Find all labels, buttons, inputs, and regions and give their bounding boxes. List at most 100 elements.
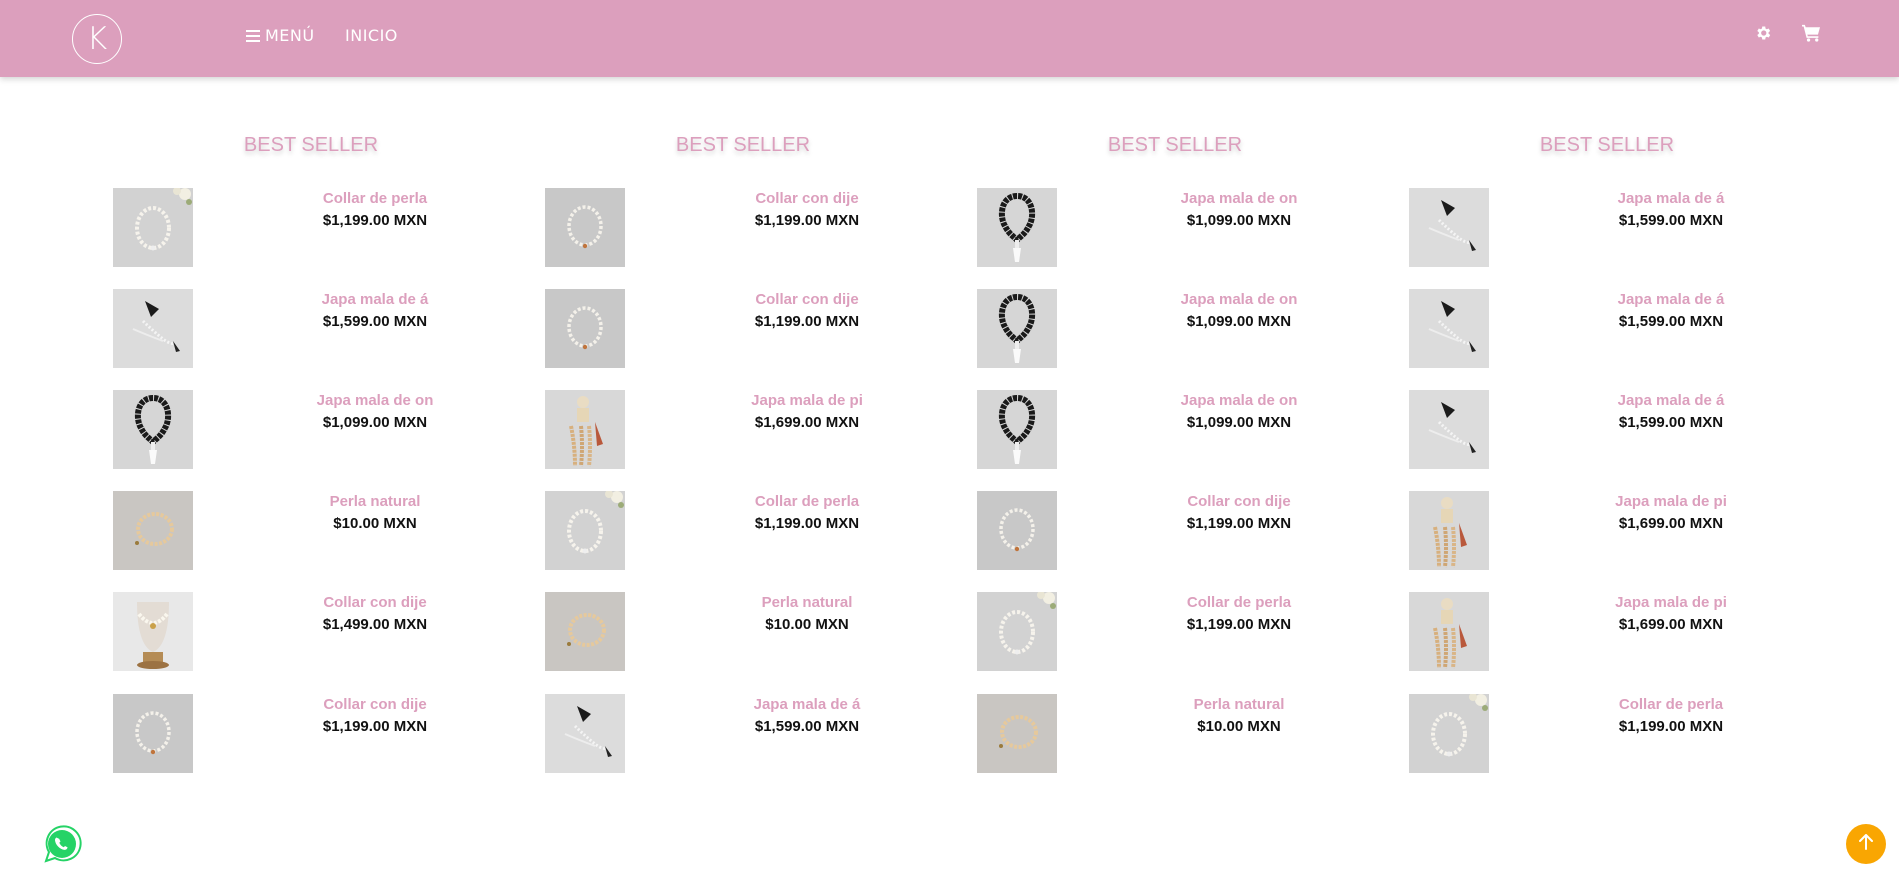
product-card[interactable]: Japa mala de á $1,599.00 MXN [1409, 188, 1729, 268]
product-price: $1,599.00 MXN [1618, 313, 1724, 330]
product-card[interactable]: Perla natural $10.00 MXN [977, 694, 1297, 774]
menu-button[interactable]: MENÚ [246, 26, 315, 45]
product-image[interactable] [113, 188, 193, 267]
product-image[interactable] [113, 289, 193, 368]
product-name[interactable]: Collar con dije [719, 190, 895, 207]
product-card[interactable]: Collar con dije $1,199.00 MXN [113, 694, 433, 774]
product-image[interactable] [1409, 188, 1489, 267]
product-price: $1,199.00 MXN [322, 718, 428, 735]
product-price: $1,099.00 MXN [1186, 313, 1292, 330]
column-title: BEST SELLER [1539, 134, 1675, 156]
product-name[interactable]: Japa mala de on [1151, 291, 1327, 308]
product-image[interactable] [545, 491, 625, 570]
product-card[interactable]: Japa mala de pi $1,699.00 MXN [545, 390, 865, 470]
product-card[interactable]: Japa mala de on $1,099.00 MXN [113, 390, 433, 470]
product-name[interactable]: Japa mala de á [1583, 291, 1759, 308]
product-image[interactable] [977, 289, 1057, 368]
product-price: $1,199.00 MXN [1618, 718, 1724, 735]
product-card[interactable]: Japa mala de on $1,099.00 MXN [977, 188, 1297, 268]
gear-icon[interactable] [1754, 24, 1772, 47]
product-card[interactable]: Collar de perla $1,199.00 MXN [1409, 694, 1729, 774]
product-image[interactable] [1409, 592, 1489, 671]
product-card[interactable]: Japa mala de á $1,599.00 MXN [1409, 289, 1729, 369]
product-image[interactable] [113, 390, 193, 469]
product-name[interactable]: Collar de perla [1151, 594, 1327, 611]
product-name[interactable]: Perla natural [719, 594, 895, 611]
product-card[interactable]: Collar de perla $1,199.00 MXN [977, 592, 1297, 672]
product-image[interactable] [1409, 289, 1489, 368]
product-name[interactable]: Collar con dije [719, 291, 895, 308]
menu-label: MENÚ [265, 26, 315, 45]
product-name[interactable]: Perla natural [1151, 696, 1327, 713]
scroll-to-top-button[interactable] [1846, 824, 1886, 864]
product-image[interactable] [977, 188, 1057, 267]
logo-letter: K [86, 21, 108, 57]
brand-logo[interactable]: K [72, 14, 122, 64]
product-price: $1,699.00 MXN [1618, 515, 1724, 532]
product-image[interactable] [977, 592, 1057, 671]
product-name[interactable]: Collar de perla [287, 190, 463, 207]
product-card[interactable]: Japa mala de pi $1,699.00 MXN [1409, 592, 1729, 672]
product-card[interactable]: Collar con dije $1,199.00 MXN [977, 491, 1297, 571]
product-price: $10.00 MXN [333, 515, 417, 532]
product-name[interactable]: Collar de perla [719, 493, 895, 510]
product-name[interactable]: Japa mala de on [287, 392, 463, 409]
product-card[interactable]: Japa mala de á $1,599.00 MXN [545, 694, 865, 774]
product-price: $1,699.00 MXN [754, 414, 860, 431]
product-price: $1,199.00 MXN [754, 515, 860, 532]
product-name[interactable]: Collar con dije [1151, 493, 1327, 510]
column-title: BEST SELLER [243, 134, 379, 156]
product-name[interactable]: Japa mala de á [1583, 392, 1759, 409]
product-name[interactable]: Collar con dije [287, 594, 463, 611]
product-image[interactable] [113, 592, 193, 671]
product-name[interactable]: Perla natural [287, 493, 463, 510]
product-name[interactable]: Japa mala de on [1151, 190, 1327, 207]
product-name[interactable]: Japa mala de pi [1583, 493, 1759, 510]
product-image[interactable] [1409, 491, 1489, 570]
product-image[interactable] [977, 491, 1057, 570]
product-card[interactable]: Collar de perla $1,199.00 MXN [545, 491, 865, 571]
product-image[interactable] [977, 390, 1057, 469]
product-card[interactable]: Japa mala de pi $1,699.00 MXN [1409, 491, 1729, 571]
product-price: $1,599.00 MXN [322, 313, 428, 330]
product-card[interactable]: Japa mala de á $1,599.00 MXN [113, 289, 433, 369]
product-name[interactable]: Japa mala de pi [1583, 594, 1759, 611]
product-card[interactable]: Collar con dije $1,499.00 MXN [113, 592, 433, 672]
product-card[interactable]: Japa mala de on $1,099.00 MXN [977, 289, 1297, 369]
column-title: BEST SELLER [675, 134, 811, 156]
product-name[interactable]: Japa mala de á [287, 291, 463, 308]
product-image[interactable] [1409, 694, 1489, 773]
product-name[interactable]: Japa mala de pi [719, 392, 895, 409]
product-image[interactable] [545, 289, 625, 368]
product-image[interactable] [113, 491, 193, 570]
product-card[interactable]: Perla natural $10.00 MXN [113, 491, 433, 571]
product-price: $1,199.00 MXN [754, 212, 860, 229]
product-name[interactable]: Collar de perla [1583, 696, 1759, 713]
product-image[interactable] [545, 390, 625, 469]
product-card[interactable]: Collar con dije $1,199.00 MXN [545, 188, 865, 268]
product-price: $10.00 MXN [765, 616, 849, 633]
product-card[interactable]: Japa mala de á $1,599.00 MXN [1409, 390, 1729, 470]
product-name[interactable]: Japa mala de on [1151, 392, 1327, 409]
home-link[interactable]: INICIO [345, 26, 398, 45]
product-image[interactable] [545, 694, 625, 773]
product-price: $1,199.00 MXN [1186, 515, 1292, 532]
product-card[interactable]: Perla natural $10.00 MXN [545, 592, 865, 672]
product-card[interactable]: Japa mala de on $1,099.00 MXN [977, 390, 1297, 470]
product-name[interactable]: Collar con dije [287, 696, 463, 713]
product-image[interactable] [545, 188, 625, 267]
hamburger-icon [246, 29, 260, 42]
product-image[interactable] [545, 592, 625, 671]
product-price: $1,099.00 MXN [1186, 414, 1292, 431]
product-image[interactable] [1409, 390, 1489, 469]
product-card[interactable]: Collar con dije $1,199.00 MXN [545, 289, 865, 369]
whatsapp-icon[interactable] [41, 824, 83, 866]
product-name[interactable]: Japa mala de á [719, 696, 895, 713]
product-card[interactable]: Collar de perla $1,199.00 MXN [113, 188, 433, 268]
product-price: $1,199.00 MXN [1186, 616, 1292, 633]
product-image[interactable] [113, 694, 193, 773]
product-name[interactable]: Japa mala de á [1583, 190, 1759, 207]
product-image[interactable] [977, 694, 1057, 773]
cart-icon[interactable] [1801, 24, 1821, 47]
product-price: $1,599.00 MXN [1618, 212, 1724, 229]
